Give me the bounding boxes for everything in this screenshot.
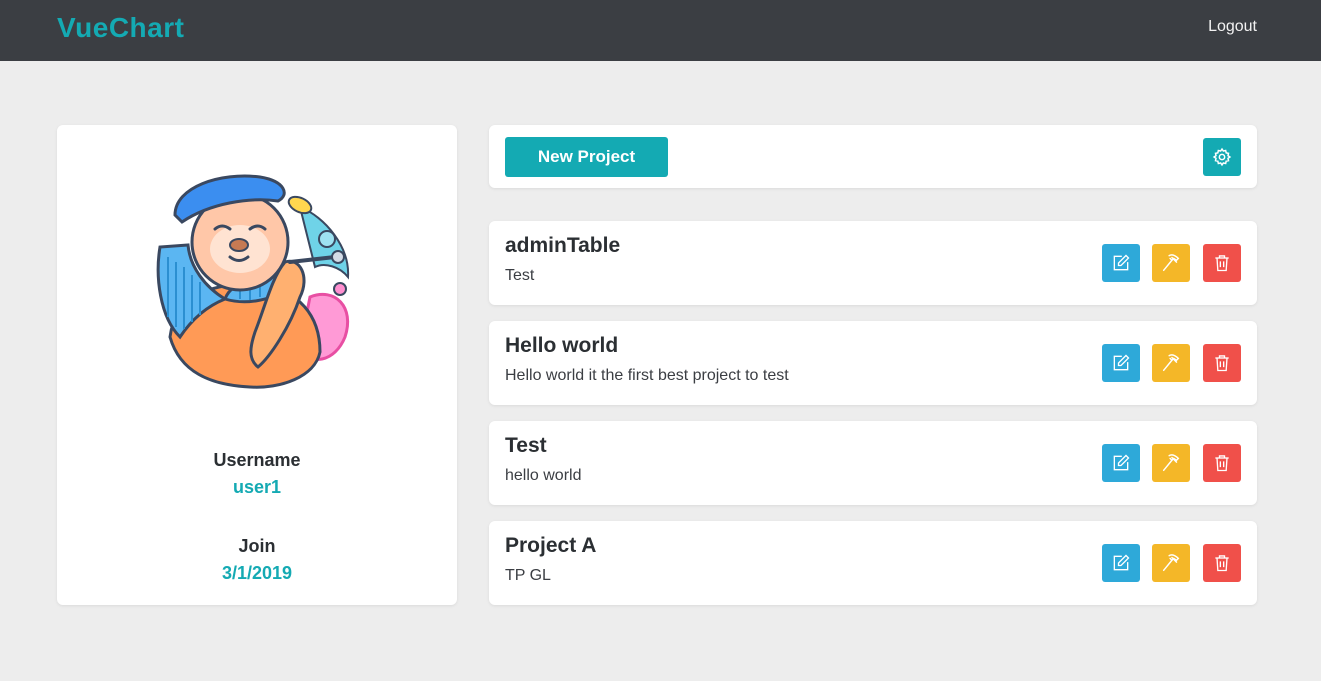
new-project-button[interactable]: New Project <box>505 137 668 177</box>
build-project-button[interactable] <box>1152 544 1190 582</box>
edit-project-button[interactable] <box>1102 244 1140 282</box>
logout-link[interactable]: Logout <box>1208 18 1257 36</box>
build-project-button[interactable] <box>1152 244 1190 282</box>
gear-icon <box>1212 147 1232 167</box>
edit-icon <box>1113 554 1130 571</box>
username-label: Username <box>213 450 301 470</box>
project-description: TP GL <box>505 567 551 584</box>
delete-project-button[interactable] <box>1203 544 1241 582</box>
hammer-icon <box>1162 354 1180 372</box>
project-title[interactable]: Project A <box>505 534 596 558</box>
project-card: Test hello world <box>489 421 1257 505</box>
hammer-icon <box>1162 554 1180 572</box>
project-title[interactable]: Test <box>505 434 547 458</box>
edit-icon <box>1113 454 1130 471</box>
join-date-value: 3/1/2019 <box>221 563 293 583</box>
trash-icon <box>1215 355 1229 372</box>
join-label: Join <box>238 536 276 556</box>
edit-project-button[interactable] <box>1102 344 1140 382</box>
edit-icon <box>1113 254 1130 271</box>
avatar <box>156 174 350 389</box>
project-card: Project A TP GL <box>489 521 1257 605</box>
trash-icon <box>1215 555 1229 572</box>
project-description: hello world <box>505 467 582 484</box>
settings-button[interactable] <box>1203 138 1241 176</box>
brand-logo[interactable]: VueChart <box>57 12 184 44</box>
project-description: Test <box>505 267 535 284</box>
project-toolbar: New Project <box>489 125 1257 188</box>
project-title[interactable]: adminTable <box>505 234 620 258</box>
project-card: Hello world Hello world it the first bes… <box>489 321 1257 405</box>
navbar: VueChart Logout <box>0 0 1321 61</box>
project-description: Hello world it the first best project to… <box>505 367 789 384</box>
trash-icon <box>1215 455 1229 472</box>
hammer-icon <box>1162 254 1180 272</box>
username-value: user1 <box>232 477 282 497</box>
delete-project-button[interactable] <box>1203 444 1241 482</box>
delete-project-button[interactable] <box>1203 344 1241 382</box>
edit-project-button[interactable] <box>1102 544 1140 582</box>
edit-project-button[interactable] <box>1102 444 1140 482</box>
delete-project-button[interactable] <box>1203 244 1241 282</box>
edit-icon <box>1113 354 1130 371</box>
build-project-button[interactable] <box>1152 444 1190 482</box>
build-project-button[interactable] <box>1152 344 1190 382</box>
project-card: adminTable Test <box>489 221 1257 305</box>
trash-icon <box>1215 255 1229 272</box>
hammer-icon <box>1162 454 1180 472</box>
project-title[interactable]: Hello world <box>505 334 618 358</box>
